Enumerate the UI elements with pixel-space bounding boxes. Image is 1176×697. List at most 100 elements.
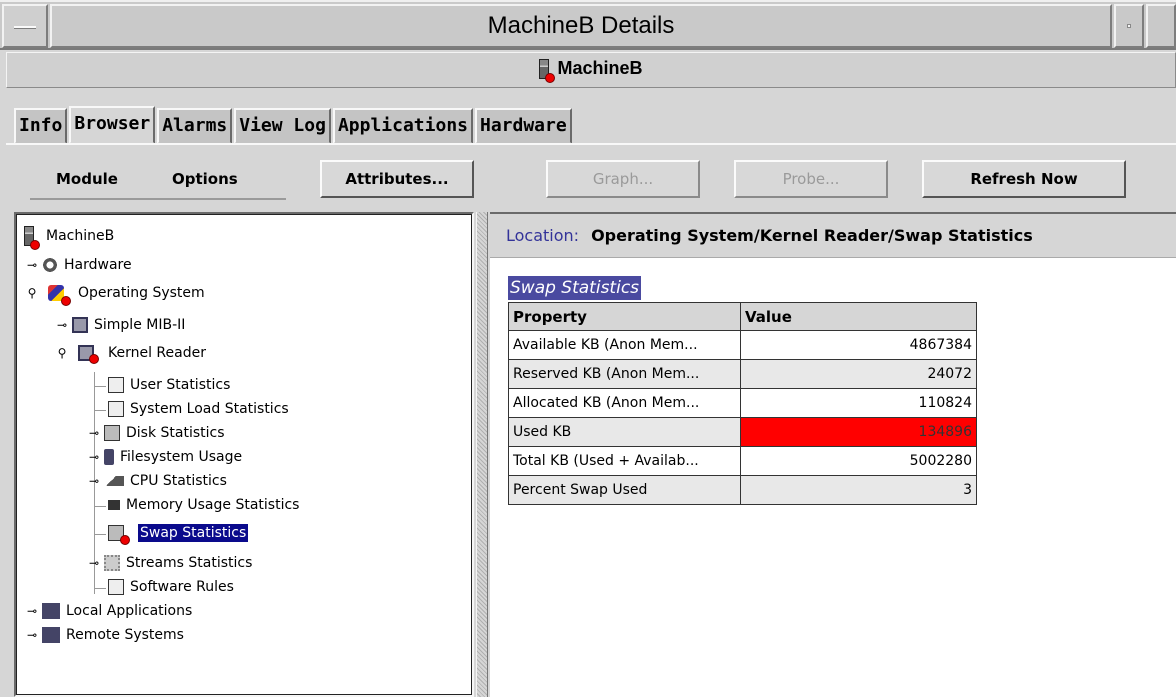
tree-node-label: System Load Statistics (130, 401, 289, 417)
table-row[interactable]: Available KB (Anon Mem... 4867384 (508, 330, 977, 360)
expand-icon[interactable]: ⊸ (56, 318, 68, 332)
expand-icon[interactable]: ⊸ (26, 604, 38, 618)
value-cell: 24072 (740, 359, 977, 389)
property-cell: Percent Swap Used (508, 475, 741, 505)
column-header-value[interactable]: Value (740, 302, 977, 331)
operating-system-icon (48, 285, 71, 306)
maximize-button[interactable] (1146, 4, 1176, 48)
probe-button[interactable]: Probe... (734, 160, 888, 198)
alarm-badge-icon (120, 535, 130, 545)
tree-node-machineb[interactable]: MachineB (24, 226, 116, 250)
tree-node-label: User Statistics (130, 377, 231, 393)
table-icon (108, 401, 124, 417)
expand-icon[interactable]: ⊸ (26, 628, 38, 642)
location-bar: Location: Operating System/Kernel Reader… (490, 214, 1176, 258)
property-cell: Used KB (508, 417, 741, 447)
value-cell: 5002280 (740, 446, 977, 476)
machine-name: MachineB (557, 58, 643, 78)
refresh-now-button[interactable]: Refresh Now (922, 160, 1126, 198)
tree-node-kernel-reader[interactable]: ⚲ Kernel Reader (56, 344, 208, 364)
server-icon (539, 58, 556, 83)
tab-alarms[interactable]: Alarms (157, 108, 233, 144)
alarm-badge-icon (545, 72, 556, 83)
hardware-icon (42, 257, 58, 273)
graph-button[interactable]: Graph... (546, 160, 700, 198)
tree-node-swap-statistics[interactable]: Swap Statistics (108, 524, 249, 545)
tree-node-filesystem-usage[interactable]: ⊸ Filesystem Usage (88, 448, 244, 466)
tree-node-memory-usage-statistics[interactable]: Memory Usage Statistics (108, 496, 301, 514)
column-header-property[interactable]: Property (508, 302, 741, 331)
tree-node-label: Hardware (64, 257, 132, 273)
expand-icon[interactable]: ⊸ (88, 450, 100, 464)
module-menu[interactable]: Module (30, 170, 118, 188)
tree-node-software-rules[interactable]: Software Rules (108, 578, 236, 596)
module-icon (72, 317, 88, 333)
expand-icon[interactable]: ⊸ (88, 474, 100, 488)
table-row[interactable]: Used KB 134896 (508, 417, 977, 447)
tree-line (94, 386, 106, 387)
tree-node-cpu-statistics[interactable]: ⊸ CPU Statistics (88, 472, 229, 490)
table-row[interactable]: Reserved KB (Anon Mem... 24072 (508, 359, 977, 389)
module-icon (78, 345, 99, 364)
window-menu-icon (14, 26, 36, 29)
server-icon (24, 226, 40, 250)
tree-node-disk-statistics[interactable]: ⊸ Disk Statistics (88, 424, 227, 442)
table-row[interactable]: Allocated KB (Anon Mem... 110824 (508, 388, 977, 418)
expand-icon[interactable]: ⊸ (26, 258, 38, 272)
tree-node-label-selected: Swap Statistics (138, 524, 249, 542)
applications-icon (42, 603, 60, 619)
value-cell: 4867384 (740, 330, 977, 360)
tab-bar: Info Browser Alarms View Log Application… (14, 106, 574, 144)
options-menu[interactable]: Options (118, 170, 238, 188)
details-panel: Location: Operating System/Kernel Reader… (490, 212, 1176, 697)
tab-view-log[interactable]: View Log (234, 108, 331, 144)
property-cell: Available KB (Anon Mem... (508, 330, 741, 360)
table-title: Swap Statistics (508, 276, 642, 300)
tree-node-label: Local Applications (66, 603, 193, 619)
window-menu-button[interactable] (2, 4, 48, 48)
cpu-icon (104, 476, 124, 486)
tree-node-local-applications[interactable]: ⊸ Local Applications (26, 602, 194, 620)
tree-node-label: CPU Statistics (130, 473, 227, 489)
tree-node-user-statistics[interactable]: User Statistics (108, 376, 232, 394)
minimize-button[interactable] (1114, 4, 1144, 48)
tab-browser[interactable]: Browser (69, 106, 156, 144)
tab-info[interactable]: Info (14, 108, 68, 144)
tree-node-label: Kernel Reader (108, 345, 206, 361)
table-row[interactable]: Total KB (Used + Availab... 5002280 (508, 446, 977, 476)
tree-node-operating-system[interactable]: ⚲ Operating System (26, 284, 207, 306)
tree-node-label: Streams Statistics (126, 555, 253, 571)
tree-node-remote-systems[interactable]: ⊸ Remote Systems (26, 626, 186, 644)
tab-applications[interactable]: Applications (332, 108, 473, 144)
properties-table[interactable]: Property Value Available KB (Anon Mem...… (508, 302, 977, 505)
window-title: MachineB Details (50, 4, 1112, 48)
tree-node-streams-statistics[interactable]: ⊸ Streams Statistics (88, 554, 254, 572)
filesystem-icon (104, 449, 114, 465)
tab-divider (6, 143, 1176, 145)
alarm-badge-icon (30, 240, 40, 250)
machine-header: MachineB (6, 52, 1176, 88)
disk-icon (104, 425, 120, 441)
table-row[interactable]: Percent Swap Used 3 (508, 475, 977, 505)
tree-node-system-load-statistics[interactable]: System Load Statistics (108, 400, 291, 418)
window-title-bar: MachineB Details (0, 0, 1176, 50)
tree-node-hardware[interactable]: ⊸ Hardware (26, 256, 134, 274)
collapse-icon[interactable]: ⚲ (56, 346, 68, 360)
expand-icon[interactable]: ⊸ (88, 426, 100, 440)
expand-icon[interactable]: ⊸ (88, 556, 100, 570)
attributes-button[interactable]: Attributes... (320, 160, 474, 198)
tree-panel[interactable]: MachineB ⊸ Hardware ⚲ Operating System ⊸… (14, 212, 474, 697)
pane-splitter[interactable] (476, 212, 488, 697)
tree-line (94, 534, 106, 535)
alarm-badge-icon (61, 296, 71, 306)
chip-icon (104, 555, 120, 571)
tree-line (94, 506, 106, 507)
property-cell: Total KB (Used + Availab... (508, 446, 741, 476)
tree-node-label: Software Rules (130, 579, 234, 595)
collapse-icon[interactable]: ⚲ (26, 286, 38, 300)
tree-node-simple-mib[interactable]: ⊸ Simple MIB-II (56, 316, 187, 334)
value-cell: 110824 (740, 388, 977, 418)
alarm-badge-icon (89, 354, 99, 364)
tab-hardware[interactable]: Hardware (475, 108, 572, 144)
location-path: Operating System/Kernel Reader/Swap Stat… (591, 226, 1033, 245)
